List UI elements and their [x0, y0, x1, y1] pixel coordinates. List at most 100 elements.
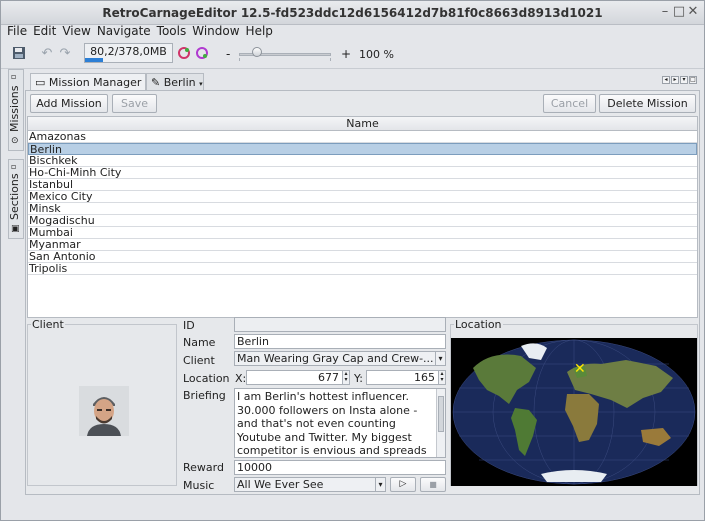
- y-value: 165: [414, 371, 435, 384]
- stop-icon: ■: [429, 480, 437, 489]
- tab-close-icon[interactable]: ▾: [199, 80, 203, 88]
- location-panel: Location ✕: [450, 318, 698, 486]
- table-row[interactable]: Mogadischu: [28, 215, 697, 227]
- music-label: Music: [183, 479, 215, 492]
- world-map[interactable]: ✕: [451, 338, 697, 486]
- zoom-slider-thumb[interactable]: [251, 47, 262, 57]
- menu-bar: File Edit View Navigate Tools Window Hel…: [1, 25, 704, 39]
- add-mission-button[interactable]: Add Mission: [30, 94, 108, 113]
- side-tab-missions[interactable]: ▫ ⊙ Missions: [8, 69, 24, 151]
- zoom-out-button[interactable]: -: [226, 47, 230, 61]
- menu-edit[interactable]: Edit: [33, 25, 56, 38]
- menu-window[interactable]: Window: [192, 25, 239, 38]
- tab-list-icon[interactable]: ▾: [680, 76, 688, 84]
- menu-navigate[interactable]: Navigate: [97, 25, 151, 38]
- spinner-arrows-icon[interactable]: ▴ ▾: [438, 371, 445, 384]
- name-label: Name: [183, 336, 216, 349]
- title-bar: RetroCarnageEditor 12.5-fd523ddc12d61564…: [1, 1, 704, 25]
- maximize-icon[interactable]: □: [672, 5, 686, 19]
- mission-manager-panel: Add Mission Save Cancel Delete Mission N…: [25, 90, 700, 495]
- side-tab-sections[interactable]: ▫ ▣ Sections: [8, 159, 24, 239]
- table-row[interactable]: Mumbai: [28, 227, 697, 239]
- delete-mission-button[interactable]: Delete Mission: [599, 94, 696, 113]
- briefing-textarea[interactable]: I am Berlin's hottest influencer. 30.000…: [234, 388, 446, 458]
- client-select-value: Man Wearing Gray Cap and Crew-...: [237, 352, 434, 365]
- tab-icon: ▭: [35, 76, 46, 89]
- menu-tools[interactable]: Tools: [157, 25, 187, 38]
- gc-all-icon[interactable]: [194, 46, 210, 62]
- zoom-value: 100 %: [359, 48, 394, 61]
- chevron-down-icon[interactable]: ▾: [435, 352, 445, 365]
- music-select[interactable]: All We Ever See ▾: [234, 477, 386, 492]
- save-button[interactable]: Save: [112, 94, 157, 113]
- table-row[interactable]: San Antonio: [28, 251, 697, 263]
- stop-button[interactable]: ■: [420, 477, 446, 492]
- save-all-icon[interactable]: [11, 46, 27, 62]
- name-field[interactable]: Berlin: [234, 334, 446, 349]
- window-title: RetroCarnageEditor 12.5-fd523ddc12d61564…: [102, 6, 603, 20]
- x-spinner[interactable]: 677 ▴ ▾: [246, 370, 350, 385]
- tab-scroll-right-icon[interactable]: ▸: [671, 76, 679, 84]
- menu-file[interactable]: File: [7, 25, 27, 38]
- spinner-arrows-icon[interactable]: ▴ ▾: [342, 371, 349, 384]
- table-row[interactable]: Ho-Chi-Minh City: [28, 167, 697, 179]
- chevron-down-icon[interactable]: ▾: [375, 478, 385, 491]
- table-row[interactable]: Amazonas: [28, 131, 697, 143]
- tab-mission-manager[interactable]: ▭ Mission Manager ▾: [30, 73, 146, 105]
- play-icon: ▷: [399, 479, 407, 489]
- x-value: 677: [318, 371, 339, 384]
- cancel-button[interactable]: Cancel: [543, 94, 596, 113]
- id-field: [234, 317, 446, 332]
- side-tab-missions-label: Missions: [8, 85, 21, 133]
- name-column-header[interactable]: Name: [28, 117, 697, 131]
- window-icon: ▫: [11, 72, 17, 81]
- table-row[interactable]: Tripolis: [28, 263, 697, 275]
- scrollbar-thumb[interactable]: [438, 396, 444, 432]
- tab-berlin[interactable]: ✎ Berlin ▾: [146, 73, 204, 91]
- table-row[interactable]: Istanbul: [28, 179, 697, 191]
- y-label: Y:: [354, 372, 363, 385]
- table-row[interactable]: Myanmar: [28, 239, 697, 251]
- menu-view[interactable]: View: [62, 25, 90, 38]
- location-pin-icon: ⊙: [11, 136, 19, 146]
- location-marker-icon[interactable]: ✕: [574, 362, 586, 376]
- tab-maximize-icon[interactable]: □: [689, 76, 697, 84]
- sections-icon: ▣: [11, 224, 20, 234]
- y-spinner[interactable]: 165 ▴ ▾: [366, 370, 446, 385]
- briefing-text: I am Berlin's hottest influencer. 30.000…: [237, 390, 427, 457]
- client-label: Client: [183, 354, 215, 367]
- menu-help[interactable]: Help: [246, 25, 273, 38]
- table-row[interactable]: Berlin: [28, 143, 697, 156]
- gc-icon[interactable]: [176, 46, 192, 62]
- memory-indicator[interactable]: 80,2/378,0MB: [84, 43, 173, 63]
- client-legend: Client: [31, 318, 65, 331]
- client-avatar: [79, 386, 129, 436]
- minimize-icon[interactable]: –: [658, 5, 672, 19]
- table-row[interactable]: Mexico City: [28, 191, 697, 203]
- memory-bar: [85, 58, 104, 62]
- app-window: RetroCarnageEditor 12.5-fd523ddc12d61564…: [0, 0, 705, 521]
- reward-field[interactable]: 10000: [234, 460, 446, 475]
- editor-tab-bar: ▭ Mission Manager ▾ ✎ Berlin ▾ ◂ ▸ ▾ □: [27, 73, 699, 105]
- x-label: X:: [235, 372, 247, 385]
- tab-scroll-left-icon[interactable]: ◂: [662, 76, 670, 84]
- play-button[interactable]: ▷: [390, 477, 416, 492]
- zoom-slider-ticks: [239, 58, 331, 61]
- table-row[interactable]: Bischkek: [28, 155, 697, 167]
- memory-text: 80,2/378,0MB: [90, 45, 167, 58]
- side-tab-sections-label: Sections: [8, 173, 21, 220]
- table-row[interactable]: Minsk: [28, 203, 697, 215]
- toolbar: ↶ ↷ 80,2/378,0MB - + 100 %: [1, 39, 704, 69]
- client-select[interactable]: Man Wearing Gray Cap and Crew-... ▾: [234, 351, 446, 366]
- undo-icon[interactable]: ↶: [39, 46, 55, 62]
- redo-icon[interactable]: ↷: [57, 46, 73, 62]
- table-body: Amazonas Berlin Bischkek Ho-Chi-Minh Cit…: [28, 131, 697, 275]
- music-select-value: All We Ever See: [237, 478, 324, 491]
- close-icon[interactable]: ✕: [686, 5, 700, 19]
- briefing-scrollbar[interactable]: [436, 389, 445, 457]
- edit-document-icon: ✎: [151, 76, 161, 89]
- id-label: ID: [183, 319, 195, 332]
- location-legend: Location: [454, 318, 503, 331]
- missions-table: Name Amazonas Berlin Bischkek Ho-Chi-Min…: [27, 116, 698, 318]
- zoom-in-button[interactable]: +: [341, 47, 351, 61]
